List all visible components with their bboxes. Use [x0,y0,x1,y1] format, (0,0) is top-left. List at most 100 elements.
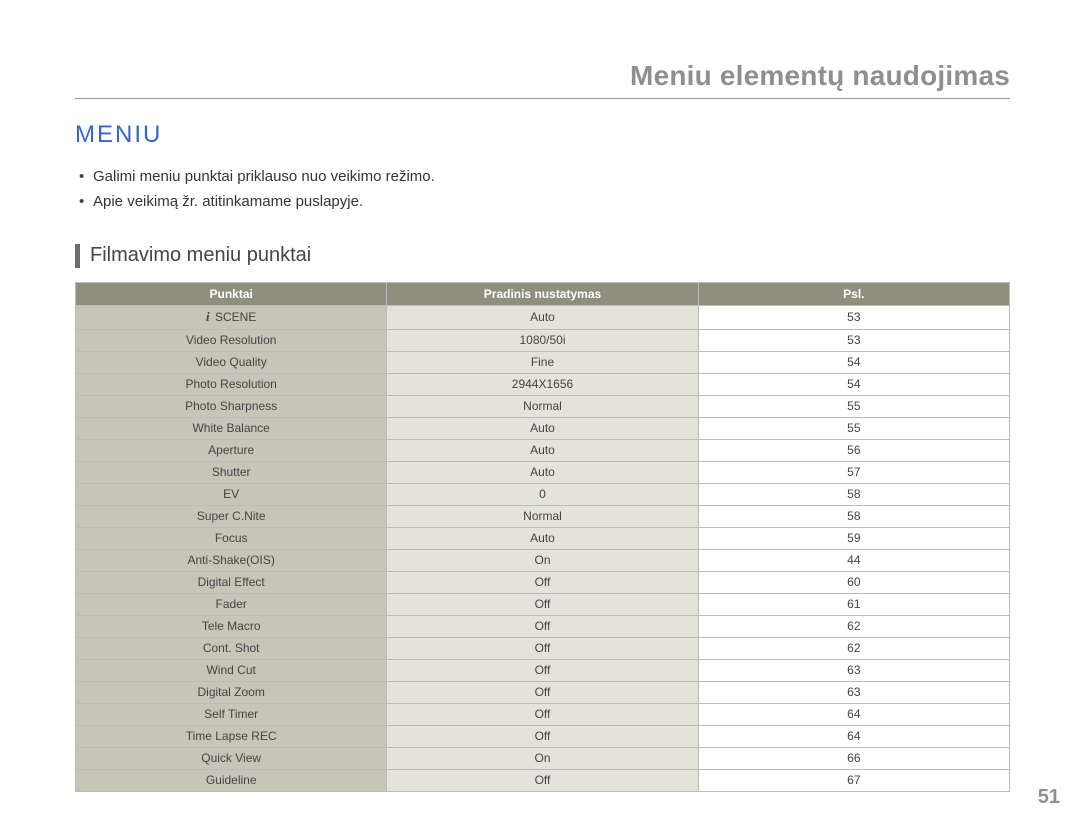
cell-page: 53 [698,305,1009,329]
subsection-header: Filmavimo meniu punktai [75,244,1010,268]
cell-default: Off [387,725,698,747]
cell-default: Off [387,571,698,593]
table-row: FaderOff61 [76,593,1010,615]
cell-default: Auto [387,461,698,483]
cell-punktai: Wind Cut [76,659,387,681]
cell-page: 67 [698,769,1009,791]
table-row: Super C.NiteNormal58 [76,505,1010,527]
cell-default: Fine [387,351,698,373]
cell-default: Normal [387,505,698,527]
table-row: Video Resolution1080/50i53 [76,329,1010,351]
cell-punktai: EV [76,483,387,505]
cell-punktai: Digital Zoom [76,681,387,703]
cell-page: 55 [698,417,1009,439]
table-row: ShutterAuto57 [76,461,1010,483]
cell-punktai: Video Quality [76,351,387,373]
table-row: Digital ZoomOff63 [76,681,1010,703]
table-row: i SCENEAuto53 [76,305,1010,329]
cell-default: Auto [387,417,698,439]
cell-page: 64 [698,725,1009,747]
cell-page: 56 [698,439,1009,461]
cell-default: Off [387,593,698,615]
table-row: GuidelineOff67 [76,769,1010,791]
cell-punktai: Digital Effect [76,571,387,593]
bullet-item: Galimi meniu punktai priklauso nuo veiki… [93,165,1010,188]
table-row: White BalanceAuto55 [76,417,1010,439]
table-row: Quick ViewOn66 [76,747,1010,769]
cell-punktai: Time Lapse REC [76,725,387,747]
cell-default: Off [387,637,698,659]
cell-default: 0 [387,483,698,505]
table-row: ApertureAuto56 [76,439,1010,461]
table-row: Time Lapse RECOff64 [76,725,1010,747]
page-number: 51 [1038,786,1060,809]
cell-page: 58 [698,483,1009,505]
cell-punktai: Photo Resolution [76,373,387,395]
table-header-row: Punktai Pradinis nustatymas Psl. [76,282,1010,305]
table-row: Photo Resolution2944X165654 [76,373,1010,395]
cell-punktai: i SCENE [76,305,387,329]
cell-default: Auto [387,439,698,461]
intro-bullets: Galimi meniu punktai priklauso nuo veiki… [75,165,1010,214]
cell-default: Auto [387,305,698,329]
table-row: EV058 [76,483,1010,505]
cell-punktai: Photo Sharpness [76,395,387,417]
table-row: Photo SharpnessNormal55 [76,395,1010,417]
cell-page: 53 [698,329,1009,351]
cell-default: Off [387,681,698,703]
cell-page: 66 [698,747,1009,769]
cell-punktai: Focus [76,527,387,549]
menu-table: Punktai Pradinis nustatymas Psl. i SCENE… [75,282,1010,792]
cell-text: SCENE [212,310,257,324]
table-row: FocusAuto59 [76,527,1010,549]
scene-i-icon: i [206,309,210,324]
bullet-item: Apie veikimą žr. atitinkamame puslapyje. [93,190,1010,213]
table-row: Video QualityFine54 [76,351,1010,373]
cell-punktai: White Balance [76,417,387,439]
cell-default: Auto [387,527,698,549]
table-header-psl: Psl. [698,282,1009,305]
cell-page: 44 [698,549,1009,571]
cell-default: On [387,549,698,571]
cell-page: 54 [698,373,1009,395]
cell-page: 62 [698,637,1009,659]
cell-punktai: Video Resolution [76,329,387,351]
cell-default: 1080/50i [387,329,698,351]
cell-page: 63 [698,681,1009,703]
cell-default: Off [387,615,698,637]
cell-punktai: Anti-Shake(OIS) [76,549,387,571]
table-row: Tele MacroOff62 [76,615,1010,637]
cell-page: 54 [698,351,1009,373]
cell-punktai: Guideline [76,769,387,791]
table-row: Wind CutOff63 [76,659,1010,681]
table-header-pradinis: Pradinis nustatymas [387,282,698,305]
section-title: MENIU [75,121,1010,149]
cell-default: Normal [387,395,698,417]
table-row: Cont. ShotOff62 [76,637,1010,659]
table-row: Digital EffectOff60 [76,571,1010,593]
cell-page: 57 [698,461,1009,483]
cell-page: 61 [698,593,1009,615]
cell-page: 64 [698,703,1009,725]
cell-page: 60 [698,571,1009,593]
subsection-bar-icon [75,244,80,268]
cell-default: On [387,747,698,769]
cell-default: Off [387,769,698,791]
cell-page: 63 [698,659,1009,681]
cell-punktai: Tele Macro [76,615,387,637]
cell-default: Off [387,659,698,681]
cell-page: 59 [698,527,1009,549]
cell-punktai: Cont. Shot [76,637,387,659]
cell-default: Off [387,703,698,725]
cell-punktai: Fader [76,593,387,615]
cell-punktai: Shutter [76,461,387,483]
cell-page: 58 [698,505,1009,527]
cell-punktai: Aperture [76,439,387,461]
table-row: Anti-Shake(OIS)On44 [76,549,1010,571]
chapter-title: Meniu elementų naudojimas [75,60,1010,99]
subsection-title: Filmavimo meniu punktai [90,244,311,267]
cell-page: 62 [698,615,1009,637]
cell-punktai: Quick View [76,747,387,769]
cell-punktai: Self Timer [76,703,387,725]
table-header-punktai: Punktai [76,282,387,305]
